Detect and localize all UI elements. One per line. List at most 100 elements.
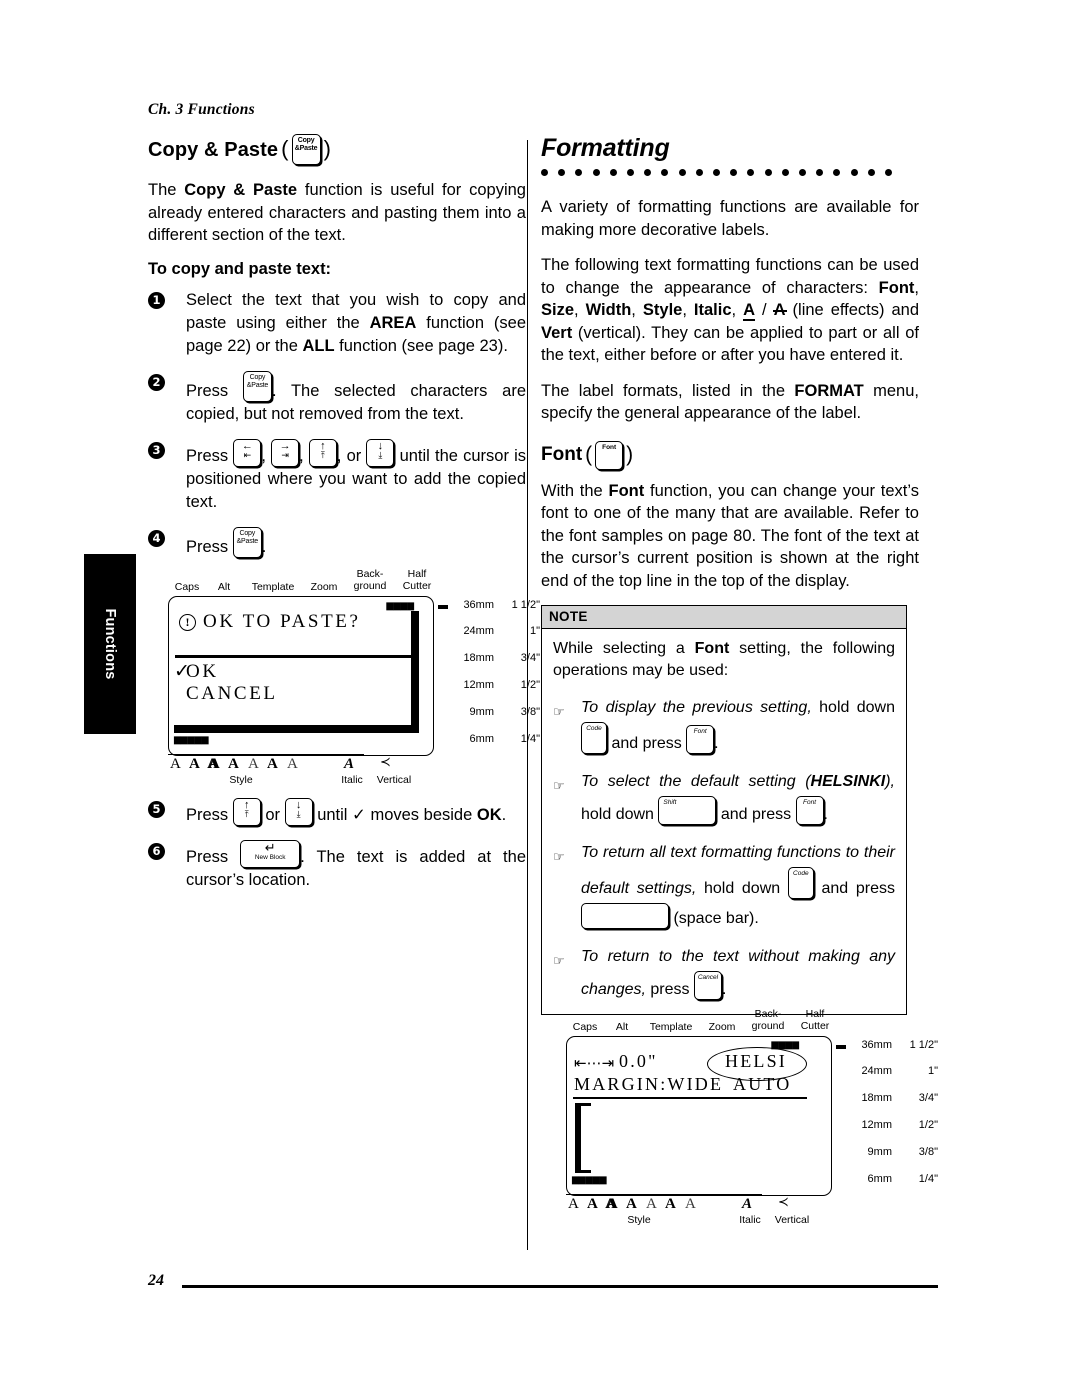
shift-key[interactable]: Shift	[658, 796, 717, 825]
font-key[interactable]: Font	[686, 725, 715, 754]
note-2-rm-c: .	[823, 806, 828, 823]
code-key[interactable]: Code	[581, 722, 607, 754]
lcd-style-indicator-a: A	[287, 756, 298, 772]
page-footer: 24	[148, 1272, 938, 1294]
lcd-auto-setting: AUTO	[733, 1074, 792, 1094]
key-label-line1: Copy	[239, 529, 256, 537]
lcd-style-indicator-a: A	[685, 1196, 696, 1212]
decorative-dot	[730, 169, 738, 176]
tape-width-mm: 9mm	[469, 706, 494, 718]
cursor-up-key[interactable]: ↑ ⤒	[308, 438, 337, 467]
tape-width-inch: 1 1/2"	[511, 599, 540, 611]
section-heading-copy-paste: Copy & Paste ( Copy &Paste )	[148, 134, 526, 165]
lcd-indicator-label: Vertical	[774, 1214, 810, 1226]
lcd-cursor-top-serif	[575, 1103, 591, 1106]
step-2: 2 Press Copy &Paste. The selected charact…	[148, 370, 526, 426]
procedure-title: To copy and paste text:	[148, 259, 332, 278]
lcd-indicator-label: Italic	[739, 1214, 761, 1226]
step4-text-a: Press	[186, 537, 233, 556]
intro-term: Copy & Paste	[184, 181, 298, 199]
code-key[interactable]: Code	[787, 867, 814, 899]
p2-term-size: Size	[541, 301, 575, 319]
lcd-indicator-label: Zoom	[708, 1021, 736, 1033]
step1-text-c: function (see page 23).	[334, 336, 508, 355]
note-item-default-setting: ☞ To select the default setting (HELSINK…	[553, 767, 895, 829]
tape-marker-icon: ▆▆▆▆	[771, 1040, 799, 1050]
formatting-paragraph-2: The following text formatting functions …	[541, 254, 919, 367]
right-column: Formatting A variety of formatting funct…	[541, 134, 919, 1029]
lcd-style-indicator-a: A	[208, 756, 219, 772]
font-key[interactable]: Font	[595, 440, 624, 470]
lcd-indicator-label: Vertical	[376, 774, 412, 786]
key-glyph-primary: ↓	[295, 798, 302, 811]
decorative-dot	[799, 169, 806, 176]
cancel-key[interactable]: Cancel	[693, 971, 722, 1000]
key-glyph-primary: ↓	[377, 439, 384, 452]
space-bar-key[interactable]	[581, 903, 669, 929]
font-key[interactable]: Font	[795, 796, 824, 825]
cursor-down-key[interactable]: ↓ ⤓	[366, 438, 395, 467]
tape-width-inch: 1/2"	[918, 1119, 938, 1131]
pointing-hand-icon: ☞	[553, 850, 565, 865]
note-header: NOTE	[542, 606, 906, 629]
lcd-indicator-label: Template	[649, 1021, 693, 1033]
key-label-line2: &Paste	[294, 145, 318, 152]
lcd-menu-item-ok[interactable]: OK	[186, 661, 219, 683]
decorative-dot-rule	[541, 169, 919, 178]
key-glyph-secondary: ⤓	[296, 808, 301, 819]
copy-paste-key[interactable]: Copy &Paste	[242, 370, 272, 402]
key-label-line1: Copy	[297, 137, 315, 144]
step1-term-area: AREA	[369, 313, 417, 332]
step-number: 6	[148, 842, 165, 860]
cursor-right-key[interactable]: → ⇥	[271, 438, 300, 467]
step3-sep-3: , or	[336, 446, 367, 465]
strikeout-a-icon: A	[773, 301, 786, 319]
p2-text-a: The following text formatting functions …	[541, 256, 919, 297]
step-number: 4	[148, 529, 165, 547]
lcd-font-value: HELSI	[725, 1051, 787, 1071]
decorative-dot	[541, 169, 548, 176]
tape-width-inch: 3/8"	[918, 1146, 938, 1158]
lcd-menu-item-cancel[interactable]: CANCEL	[186, 683, 278, 705]
lcd-separator-line	[175, 655, 411, 658]
left-column: Copy & Paste ( Copy &Paste ) The Copy & …	[148, 134, 526, 905]
procedure-steps: 1 Select the text that you wish to copy …	[148, 289, 526, 559]
manual-page: Ch. 3 Functions Copy & Paste ( Copy &Pas…	[0, 0, 1080, 1397]
decorative-dot	[833, 169, 841, 176]
lcd-check-mark-icon: ✓	[174, 661, 190, 682]
cursor-up-key[interactable]: ↑ ⤒	[232, 797, 261, 826]
step-6: 6 Press ↵ New Block. The text is added at…	[148, 839, 526, 892]
lcd-text-cursor	[575, 1103, 581, 1173]
lcd-style-indicator-a: A	[170, 756, 181, 772]
margin-arrow-icon: ⇤⋯⇥	[574, 1054, 615, 1072]
lcd-style-indicator-a: A	[248, 756, 259, 772]
section-heading-font: Font ( Font )	[541, 440, 919, 470]
copy-paste-key[interactable]: Copy &Paste	[232, 526, 262, 558]
new-block-key[interactable]: ↵ New Block	[240, 839, 301, 868]
lcd-margin-setting: MARGIN:WIDE	[574, 1074, 724, 1094]
check-mark-icon: ✓	[352, 804, 366, 824]
step-4: 4 Press Copy &Paste.	[148, 526, 526, 559]
tape-width-mm: 24mm	[463, 625, 494, 637]
key-label-line2: &Paste	[246, 381, 269, 389]
step2-text-a: Press	[186, 381, 243, 400]
paren-close: )	[626, 443, 634, 466]
lcd-content: ⇤⋯⇥ 0.0" HELSI ▆▆▆▆ MARGIN:WIDE AUTO ▆▆▆…	[567, 1037, 831, 1195]
paren-open: (	[585, 443, 593, 466]
lcd-top-indicators: Caps Alt Template Zoom Back-ground Half Cutter	[566, 1006, 834, 1036]
step3-sep-1: ,	[261, 446, 272, 465]
decorative-dot	[764, 169, 772, 176]
lcd-indicator-label: Back-ground	[353, 568, 387, 592]
p2-term-italic: Italic	[693, 301, 732, 319]
cursor-down-key[interactable]: ↓ ⤓	[284, 797, 313, 826]
p2-term-style: Style	[642, 301, 683, 319]
cursor-left-key[interactable]: ← ⇤	[233, 438, 262, 467]
note-intro-term: Font	[694, 640, 730, 657]
note-2-italic-b: ),	[885, 773, 895, 790]
p2-sep-2: ,	[574, 301, 586, 319]
decorative-dot	[609, 169, 617, 176]
copy-paste-key[interactable]: Copy &Paste	[291, 134, 321, 165]
footer-rule	[182, 1285, 938, 1288]
lcd-scroll-bar[interactable]	[411, 611, 419, 733]
warning-icon: !	[179, 614, 196, 631]
